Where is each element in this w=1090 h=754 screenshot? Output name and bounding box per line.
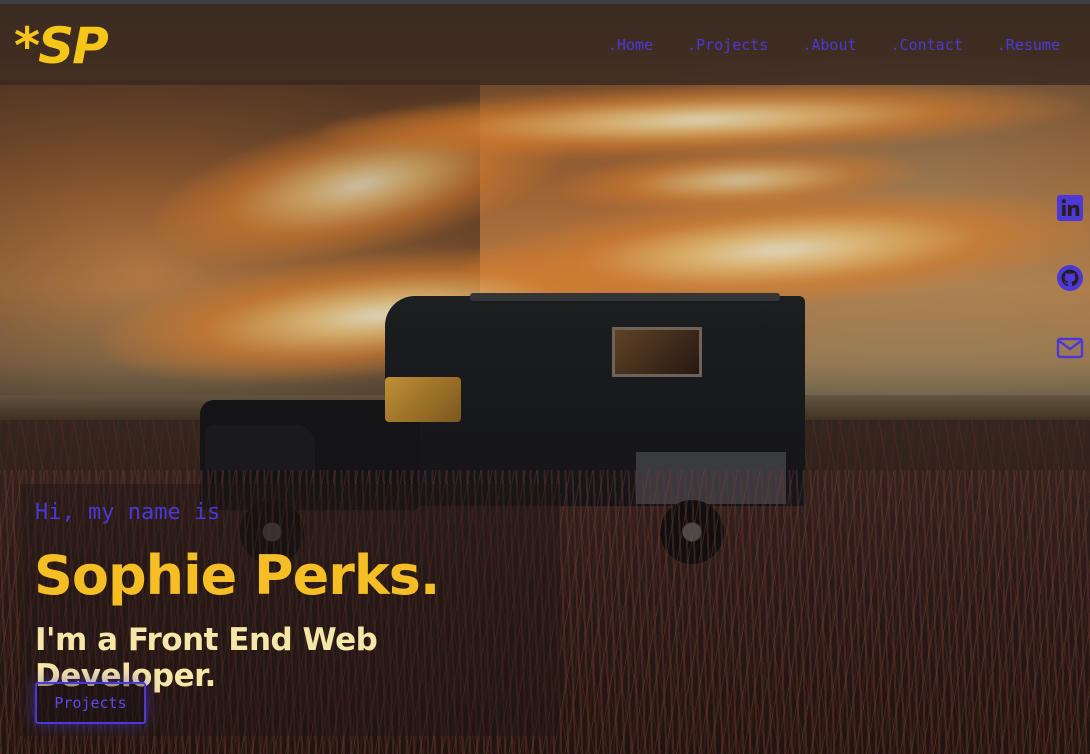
hero-name: Sophie Perks.	[34, 544, 440, 607]
projects-button[interactable]: Projects	[35, 682, 146, 724]
nav-contact[interactable]: .Contact	[891, 36, 963, 54]
site-logo[interactable]: *SP	[14, 18, 109, 74]
social-links	[1056, 194, 1086, 404]
intro-card: Hi, my name is Sophie Perks. I'm a Front…	[20, 484, 560, 736]
github-icon[interactable]	[1056, 264, 1084, 292]
nav-projects[interactable]: .Projects	[687, 36, 768, 54]
nav-home[interactable]: .Home	[608, 36, 653, 54]
mail-icon[interactable]	[1056, 334, 1084, 362]
nav-about[interactable]: .About	[802, 36, 856, 54]
site-header: *SP .Home .Projects .About .Contact .Res…	[0, 4, 1090, 85]
linkedin-icon[interactable]	[1056, 194, 1084, 222]
main-nav: .Home .Projects .About .Contact .Resume	[608, 36, 1060, 54]
nav-resume[interactable]: .Resume	[997, 36, 1060, 54]
window-top-border	[0, 0, 1090, 4]
greeting-text: Hi, my name is	[35, 500, 221, 525]
